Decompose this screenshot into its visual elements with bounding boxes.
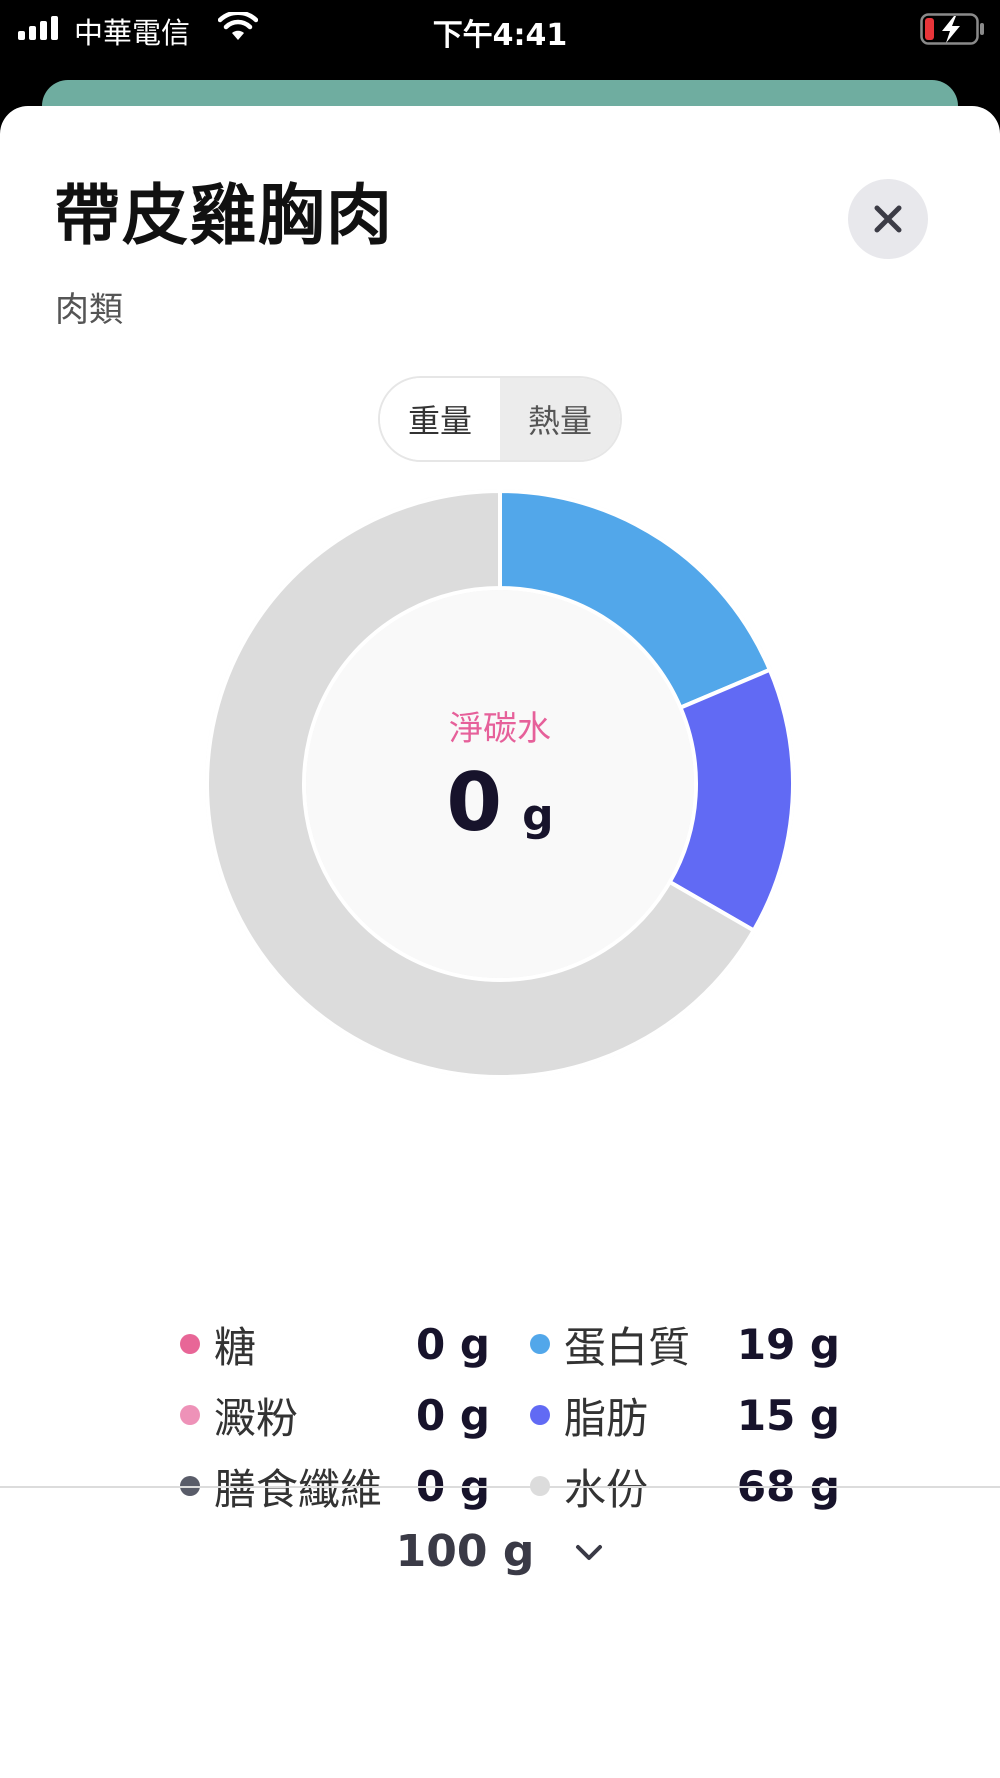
sugar-color-dot <box>180 1334 200 1354</box>
legend-label: 蛋白質 <box>564 1322 691 1372</box>
close-button[interactable] <box>848 179 928 259</box>
legend-label: 糖 <box>214 1322 257 1372</box>
nutrition-legend: 糖 0 g 蛋白質 19 g 澱粉 0 g 脂肪 15 g 膳食纖維 0 g 水… <box>180 1314 840 1527</box>
clock: 下午4:41 <box>432 18 568 53</box>
chevron-down-icon <box>576 1545 603 1560</box>
legend-value: 15 g <box>736 1390 840 1440</box>
legend-row: 糖 0 g 蛋白質 19 g <box>180 1314 840 1385</box>
portion-selector[interactable]: 100 g <box>0 1516 1000 1586</box>
legend-row: 澱粉 0 g 脂肪 15 g <box>180 1385 840 1456</box>
legend-item-sugar: 糖 0 g <box>180 1314 490 1374</box>
net-carb-label: 淨碳水 <box>449 709 551 749</box>
close-icon <box>874 205 902 233</box>
legend-item-protein: 蛋白質 19 g <box>530 1314 840 1374</box>
food-category: 肉類 <box>55 290 123 330</box>
protein-color-dot <box>530 1334 550 1354</box>
toggle-calorie[interactable]: 熱量 <box>500 378 620 460</box>
battery-charging-icon <box>920 13 986 53</box>
net-carb-value: 0 g <box>446 756 553 849</box>
legend-item-starch: 澱粉 0 g <box>180 1385 490 1445</box>
food-title: 帶皮雞胸肉 <box>54 177 394 254</box>
toggle-weight[interactable]: 重量 <box>380 378 500 460</box>
fat-color-dot <box>530 1405 550 1425</box>
legend-item-fat: 脂肪 15 g <box>530 1385 840 1445</box>
portion-amount: 100 g <box>395 1525 535 1577</box>
starch-color-dot <box>180 1405 200 1425</box>
status-bar: 中華電信 下午4:41 <box>0 0 1000 60</box>
donut-center: 淨碳水 0 g <box>200 484 800 1084</box>
legend-value: 0 g <box>416 1390 490 1440</box>
legend-label: 澱粉 <box>214 1393 299 1443</box>
legend-value: 19 g <box>736 1319 840 1369</box>
legend-label: 脂肪 <box>564 1393 649 1443</box>
divider <box>0 1486 1000 1488</box>
net-carb-unit: g <box>522 790 554 841</box>
net-carb-number: 0 <box>446 756 503 849</box>
weight-calorie-toggle[interactable]: 重量 熱量 <box>378 376 622 462</box>
legend-value: 0 g <box>416 1319 490 1369</box>
nutrition-donut-chart: 淨碳水 0 g <box>200 484 800 1084</box>
